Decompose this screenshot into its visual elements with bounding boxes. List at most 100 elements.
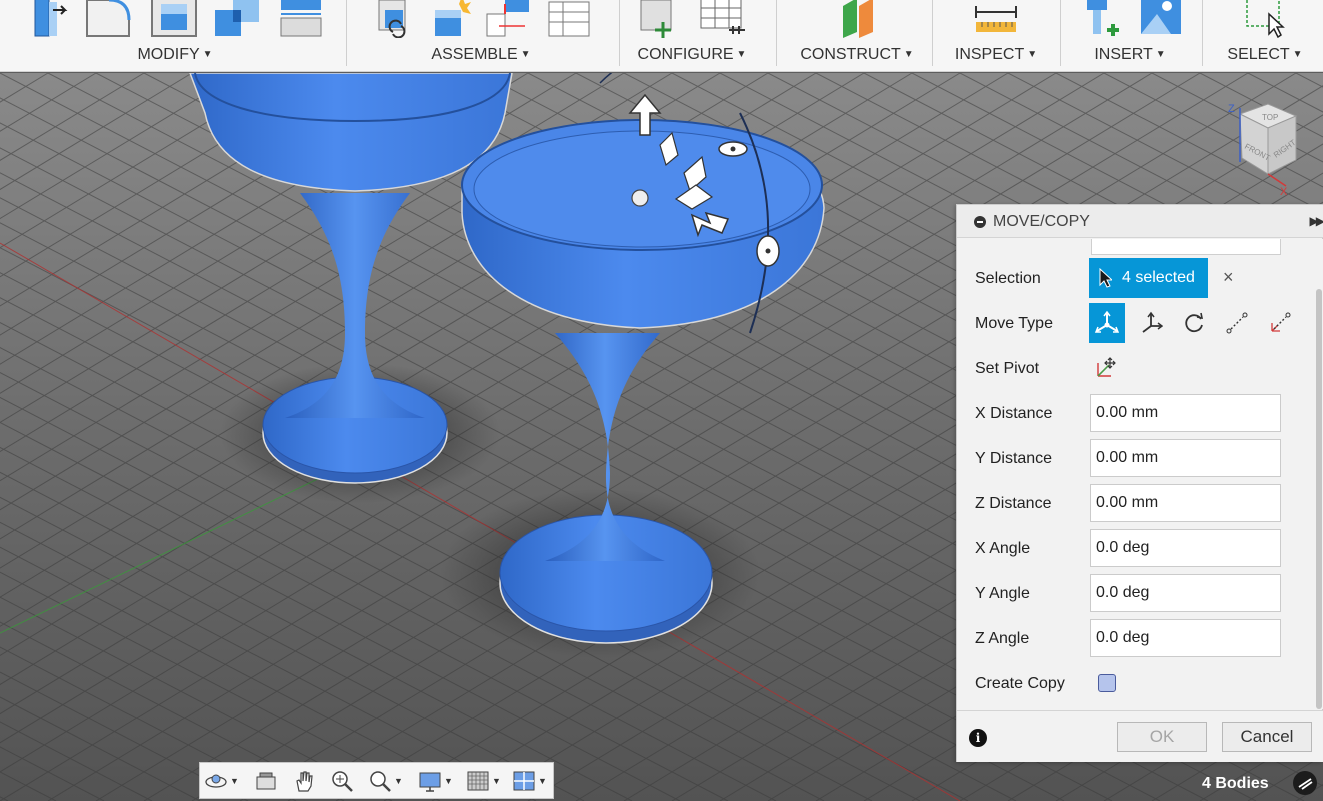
divider <box>1202 0 1203 66</box>
zoom-icon <box>332 771 353 792</box>
chevron-down-icon: ▼ <box>202 49 213 60</box>
zoom-button[interactable] <box>330 768 354 794</box>
y-distance-label: Y Distance <box>975 450 1053 467</box>
look-at-icon <box>256 772 276 790</box>
move-type-label: Move Type <box>975 315 1053 332</box>
divider <box>619 0 620 66</box>
divider <box>346 0 347 66</box>
configure-menu[interactable]: CONFIGURE ▼ <box>624 46 760 64</box>
new-component-icon[interactable] <box>367 0 415 38</box>
point-to-point-icon[interactable] <box>1219 303 1255 343</box>
dialog-header[interactable]: MOVE/COPY ▶▶ <box>957 205 1323 238</box>
insert-mcmaster-icon[interactable] <box>1075 0 1123 38</box>
bodies-icon[interactable] <box>1293 771 1317 795</box>
chevron-down-icon: ▼ <box>903 49 914 60</box>
look-at-button[interactable] <box>254 768 278 794</box>
press-pull-icon[interactable] <box>23 0 69 38</box>
x-distance-input[interactable]: 0.00 mm <box>1090 394 1281 432</box>
window-select-icon[interactable] <box>1241 0 1289 38</box>
cursor-icon <box>1099 268 1112 288</box>
navigation-bar: ▼ ▼ ▼ ▼ ▼ <box>199 762 554 799</box>
configure-table-icon[interactable] <box>699 0 749 38</box>
shell-icon[interactable] <box>149 0 199 38</box>
chevron-down-icon: ▼ <box>520 49 531 60</box>
divider <box>932 0 933 66</box>
chevron-down-icon: ▼ <box>492 776 501 786</box>
offset-face-icon[interactable] <box>277 0 327 38</box>
create-copy-checkbox[interactable] <box>1098 674 1116 692</box>
canvas-image-icon[interactable] <box>1137 0 1185 38</box>
free-move-icon[interactable] <box>1089 303 1125 343</box>
y-distance-input[interactable]: 0.00 mm <box>1090 439 1281 477</box>
grid-settings-button[interactable]: ▼ <box>466 768 501 794</box>
toolbar-ribbon: MODIFY ▼ ASSEMBLE ▼ CONFIGURE ▼ CONSTRUCT ▼ <box>0 0 1323 72</box>
table-icon[interactable] <box>545 0 595 38</box>
z-distance-label: Z Distance <box>975 495 1052 512</box>
selection-count: 4 selected <box>1122 269 1195 286</box>
y-angle-input[interactable]: 0.0 deg <box>1090 574 1281 612</box>
x-axis-label: X <box>1280 186 1288 198</box>
rotate-icon[interactable] <box>1176 303 1212 343</box>
cancel-button[interactable]: Cancel <box>1222 722 1312 752</box>
inspect-group: INSPECT ▼ <box>940 0 1052 71</box>
fillet-icon[interactable] <box>83 0 135 38</box>
select-menu[interactable]: SELECT ▼ <box>1212 46 1318 64</box>
viewports-button[interactable]: ▼ <box>512 768 547 794</box>
insert-menu[interactable]: INSERT ▼ <box>1066 46 1194 64</box>
expand-icon[interactable]: ▶▶ <box>1310 214 1323 228</box>
clear-selection-icon[interactable]: × <box>1223 267 1234 287</box>
set-pivot-icon[interactable] <box>1095 355 1119 379</box>
combine-icon[interactable] <box>213 0 263 38</box>
orbit-icon <box>205 774 227 788</box>
as-built-joint-icon[interactable] <box>485 0 531 38</box>
viewports-icon <box>513 771 535 791</box>
grid-settings-icon <box>467 771 489 791</box>
y-angle-label: Y Angle <box>975 585 1030 602</box>
pan-icon <box>296 771 313 792</box>
divider <box>776 0 777 66</box>
z-angle-label: Z Angle <box>975 630 1030 647</box>
ok-button[interactable]: OK <box>1117 722 1207 752</box>
chevron-down-icon: ▼ <box>538 776 547 786</box>
z-angle-input[interactable]: 0.0 deg <box>1090 619 1281 657</box>
divider <box>1060 0 1061 66</box>
bodies-count: 4 Bodies <box>1202 775 1269 792</box>
dialog-title: MOVE/COPY <box>993 213 1090 230</box>
chevron-down-icon: ▼ <box>1027 49 1038 60</box>
fit-button[interactable]: ▼ <box>368 768 403 794</box>
collapse-icon[interactable] <box>974 216 986 228</box>
dialog-footer: i OK Cancel <box>957 710 1323 762</box>
x-angle-input[interactable]: 0.0 deg <box>1090 529 1281 567</box>
chevron-down-icon: ▼ <box>1292 49 1303 60</box>
modify-group: MODIFY ▼ <box>14 0 336 71</box>
dialog-body: Selection 4 selected × Move Type Set Piv… <box>957 239 1315 709</box>
object-type-dropdown[interactable] <box>1091 239 1281 255</box>
scrollbar-thumb[interactable] <box>1316 289 1322 709</box>
chevron-down-icon: ▼ <box>230 776 239 786</box>
display-settings-icon <box>419 772 441 792</box>
view-cube[interactable]: TOP FRONT RIGHT Z X <box>1224 98 1314 198</box>
joint-icon[interactable] <box>429 0 471 38</box>
display-settings-button[interactable]: ▼ <box>418 768 453 794</box>
point-to-position-icon[interactable] <box>1262 303 1298 343</box>
origin-handle[interactable] <box>631 189 649 207</box>
construct-menu[interactable]: CONSTRUCT ▼ <box>790 46 924 64</box>
orbit-button[interactable]: ▼ <box>204 768 239 794</box>
chevron-down-icon: ▼ <box>736 49 747 60</box>
selection-button[interactable]: 4 selected <box>1089 258 1208 298</box>
info-icon[interactable]: i <box>969 729 987 747</box>
viewcube-top-label: TOP <box>1262 113 1278 122</box>
translate-icon[interactable] <box>1133 303 1169 343</box>
measure-icon[interactable] <box>972 0 1020 38</box>
pan-button[interactable] <box>292 768 316 794</box>
inspect-menu[interactable]: INSPECT ▼ <box>940 46 1052 64</box>
chevron-down-icon: ▼ <box>444 776 453 786</box>
z-distance-input[interactable]: 0.00 mm <box>1090 484 1281 522</box>
assemble-group: ASSEMBLE ▼ <box>352 0 610 71</box>
assemble-menu[interactable]: ASSEMBLE ▼ <box>352 46 610 64</box>
offset-plane-icon[interactable] <box>833 0 881 38</box>
configure-part-icon[interactable] <box>635 0 685 38</box>
modify-menu[interactable]: MODIFY ▼ <box>14 46 336 64</box>
scrollbar[interactable] <box>1315 239 1323 709</box>
z-axis-label: Z <box>1228 103 1235 115</box>
